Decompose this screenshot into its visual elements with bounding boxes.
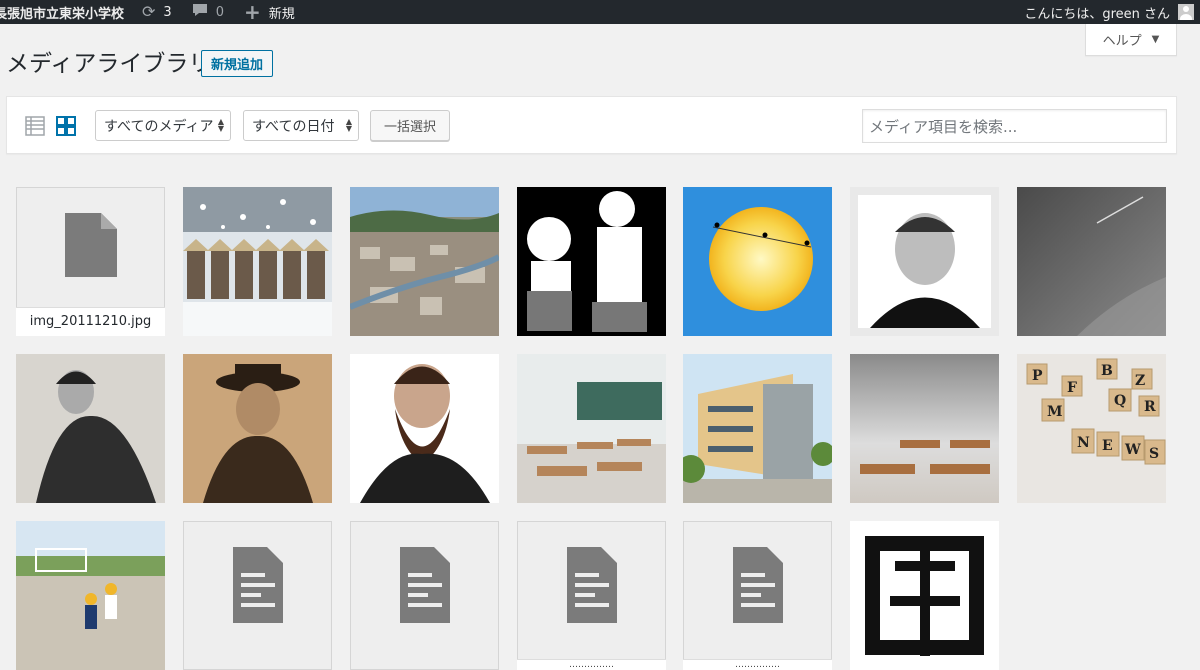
plus-icon: + [243, 0, 261, 24]
date-value: すべての日付 [252, 118, 335, 135]
help-tab-button[interactable]: ヘルプ ▼ [1085, 24, 1177, 56]
site-name-link[interactable]: 長張旭市立東栄小学校 [0, 0, 124, 24]
classroom-photo [850, 354, 999, 503]
school-emblem-image [850, 521, 999, 670]
svg-text:P: P [1032, 368, 1043, 384]
file-name: img_20111210.jpg [16, 307, 165, 336]
town-photo [350, 187, 499, 336]
media-item-emblem[interactable] [850, 521, 999, 670]
media-item-letter-blocks[interactable]: P F B Z M Q R NEWS [1017, 354, 1166, 503]
help-label: ヘルプ [1102, 34, 1142, 49]
caret-down-icon: ▼ [1151, 34, 1160, 45]
document-icon [567, 547, 617, 623]
updates-count: 3 [163, 4, 172, 20]
snow-illustration [183, 187, 332, 336]
media-item-schoolyard[interactable] [16, 521, 165, 670]
media-item-document-2[interactable] [350, 521, 499, 670]
media-item-document-4[interactable]: …………… [683, 521, 832, 670]
bulk-select-button[interactable]: 一括選択 [370, 110, 450, 141]
letter-blocks-photo: P F B Z M Q R NEWS [1017, 354, 1166, 503]
media-item-classroom-desks[interactable] [850, 354, 999, 503]
svg-text:W: W [1124, 442, 1141, 458]
media-search-input[interactable]: メディア項目を検索... [862, 109, 1167, 143]
doctor-illustration [517, 187, 666, 336]
media-item-school-building[interactable] [683, 354, 832, 503]
svg-text:S: S [1149, 446, 1159, 462]
media-item-portrait-1[interactable] [850, 187, 999, 336]
comment-icon [192, 0, 208, 24]
portrait-photo [850, 187, 999, 336]
select-arrows-icon: ▲ ▼ [217, 117, 224, 133]
svg-text:E: E [1102, 438, 1113, 454]
admin-bar: 長張旭市立東栄小学校 ⟳ 3 0 + 新規 こんにちは、green さん [0, 0, 1200, 24]
date-select[interactable]: すべての日付 ▲ ▼ [243, 110, 359, 141]
document-icon [233, 547, 283, 623]
school-building-photo [683, 354, 832, 503]
classroom-photo [517, 354, 666, 503]
media-item-sun[interactable] [683, 187, 832, 336]
avatar [1178, 4, 1194, 20]
night-sky-photo [1017, 187, 1166, 336]
page-title: メディアライブラリ [6, 51, 212, 77]
media-item-portrait-hat[interactable] [183, 354, 332, 503]
my-account-link[interactable]: こんにちは、green さん [1024, 0, 1194, 24]
media-toolbar: すべてのメディア ▲ ▼ すべての日付 ▲ ▼ 一括選択 メディア項目を検索... [6, 96, 1177, 154]
grid-view-icon[interactable] [56, 116, 76, 136]
list-view-icon[interactable] [25, 116, 45, 136]
media-type-value: すべてのメディア [104, 118, 214, 135]
svg-text:B: B [1101, 363, 1113, 379]
media-item-portrait-woman[interactable] [16, 354, 165, 503]
svg-text:F: F [1067, 380, 1077, 396]
svg-text:R: R [1144, 399, 1156, 415]
svg-text:M: M [1047, 404, 1063, 420]
document-icon [733, 547, 783, 623]
site-name: 長張旭市立東栄小学校 [0, 6, 125, 22]
media-item-doctor[interactable] [517, 187, 666, 336]
refresh-icon: ⟳ [142, 2, 156, 21]
comments-count: 0 [215, 4, 224, 20]
sun-diagram-image [683, 187, 832, 336]
svg-text:N: N [1077, 435, 1090, 451]
portrait-photo [350, 354, 499, 503]
media-item-file[interactable]: img_20111210.jpg [16, 187, 165, 336]
document-icon [400, 547, 450, 623]
comments-link[interactable]: 0 [192, 0, 224, 24]
schoolyard-photo [16, 521, 165, 670]
portrait-photo [183, 354, 332, 503]
portrait-photo [16, 354, 165, 503]
add-new-button[interactable]: 新規追加 [201, 50, 274, 77]
updates-link[interactable]: ⟳ 3 [142, 0, 172, 24]
media-item-portrait-beard[interactable] [350, 354, 499, 503]
document-name: …………… [517, 659, 666, 670]
media-item-night-sky[interactable] [1017, 187, 1166, 336]
new-label: 新規 [268, 6, 295, 22]
svg-text:Z: Z [1135, 373, 1145, 389]
greeting-text: こんにちは、green さん [1024, 6, 1170, 22]
media-item-town[interactable] [350, 187, 499, 336]
media-item-classroom[interactable] [517, 354, 666, 503]
select-arrows-icon: ▲ ▼ [345, 117, 352, 133]
svg-text:Q: Q [1114, 393, 1126, 409]
document-name: …………… [683, 659, 832, 670]
media-item-document-1[interactable] [183, 521, 332, 670]
media-item-document-3[interactable]: …………… [517, 521, 666, 670]
new-content-link[interactable]: + 新規 [244, 0, 295, 24]
media-item-snow[interactable] [183, 187, 332, 336]
media-type-select[interactable]: すべてのメディア ▲ ▼ [95, 110, 231, 141]
